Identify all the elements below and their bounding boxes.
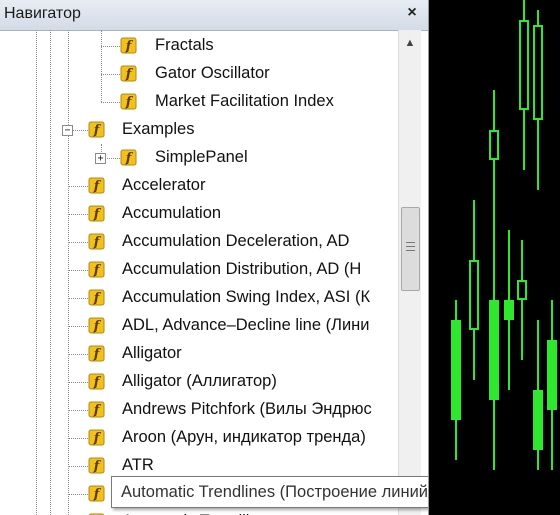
- indicator-f-icon: f: [120, 149, 137, 166]
- indicator-f-icon: f: [88, 233, 105, 250]
- tree-item[interactable]: f Alligator (Аллигатор): [0, 368, 398, 396]
- tooltip: Automatic Trendlines (Построение линий т…: [111, 476, 428, 508]
- indicator-f-icon: f: [88, 401, 105, 418]
- navigator-panel: Навигатор × f Fractals f Gator Oscillator f M…: [0, 0, 429, 515]
- close-icon[interactable]: ×: [404, 4, 420, 22]
- tree-item[interactable]: f Accumulation Swing Index, ASI (К: [0, 284, 398, 312]
- vertical-scrollbar[interactable]: ▲: [398, 30, 421, 515]
- tree-item-label: Andrews Pitchfork (Вилы Эндрюс: [122, 400, 372, 418]
- candle-body: [533, 390, 543, 450]
- tree-item[interactable]: f Fractals: [0, 32, 398, 60]
- candle-body: [519, 20, 529, 110]
- indicator-f-icon: f: [120, 93, 137, 110]
- tree-item-label: Accumulation: [122, 204, 222, 222]
- indicator-f-icon: f: [88, 177, 105, 194]
- indicator-f-icon: f: [88, 345, 105, 362]
- expand-icon[interactable]: +: [95, 153, 106, 164]
- tree-item-label: Fractals: [155, 36, 214, 54]
- indicator-f-icon: f: [88, 289, 105, 306]
- tree-item[interactable]: f Market Facilitation Index: [0, 88, 398, 116]
- tree-item[interactable]: f Accelerator: [0, 172, 398, 200]
- tree-item[interactable]: f Accumulation: [0, 200, 398, 228]
- tree-item-label: Accumulation Deceleration, AD: [122, 232, 350, 250]
- tree-item[interactable]: + f SimplePanel: [0, 144, 398, 172]
- indicator-f-icon: f: [88, 317, 105, 334]
- indicator-f-icon: f: [88, 457, 105, 474]
- tree-item[interactable]: f ADL, Advance–Decline line (Лини: [0, 312, 398, 340]
- tree-item-label: Examples: [122, 120, 195, 138]
- tree-item[interactable]: f Andrews Pitchfork (Вилы Эндрюс: [0, 396, 398, 424]
- tree-item[interactable]: f Gator Oscillator: [0, 60, 398, 88]
- tree-item[interactable]: f Aroon (Арун, индикатор тренда): [0, 424, 398, 452]
- indicator-f-icon: f: [88, 373, 105, 390]
- tree-item-label: Accumulation Distribution, AD (Н: [122, 260, 362, 278]
- price-chart[interactable]: [429, 0, 560, 515]
- indicator-f-icon: f: [88, 121, 105, 138]
- tree-item[interactable]: fAutomatic Trendlines: [0, 508, 398, 515]
- navigator-title: Навигатор: [4, 5, 81, 22]
- tree-item[interactable]: f Accumulation Distribution, AD (Н: [0, 256, 398, 284]
- navigator-tree: f Fractals f Gator Oscillator f Market Facili…: [0, 30, 398, 515]
- tree-item-label: Alligator (Аллигатор): [122, 372, 277, 390]
- candle-body: [489, 130, 499, 160]
- indicator-f-icon: f: [88, 485, 105, 502]
- candle-wick: [521, 240, 523, 360]
- tree-item-label: Market Facilitation Index: [155, 92, 334, 110]
- candle-body: [533, 25, 543, 120]
- scroll-up-arrow-icon[interactable]: ▲: [399, 32, 421, 54]
- tree-item-label: Alligator: [122, 344, 182, 362]
- tree-item-label: Gator Oscillator: [155, 64, 270, 82]
- tree-item-label: ATR: [122, 456, 154, 474]
- indicator-f-icon: f: [120, 65, 137, 82]
- candle-body: [504, 300, 514, 320]
- tree-item-label: Aroon (Арун, индикатор тренда): [122, 428, 366, 446]
- indicator-f-icon: f: [88, 429, 105, 446]
- tree-item-label: SimplePanel: [155, 148, 248, 166]
- tree-item[interactable]: − f Examples: [0, 116, 398, 144]
- indicator-f-icon: f: [120, 37, 137, 54]
- indicator-f-icon: f: [88, 261, 105, 278]
- candle-body: [547, 380, 557, 410]
- scrollbar-thumb[interactable]: [401, 207, 420, 291]
- tree-item[interactable]: f Alligator: [0, 340, 398, 368]
- candle-body: [517, 280, 527, 300]
- tree-item[interactable]: f Accumulation Deceleration, AD: [0, 228, 398, 256]
- tree-item-label: Accumulation Swing Index, ASI (К: [122, 288, 371, 306]
- indicator-f-icon: f: [88, 205, 105, 222]
- candle-body: [469, 260, 479, 330]
- tree-item-label: ADL, Advance–Decline line (Лини: [122, 316, 370, 334]
- navigator-header[interactable]: Навигатор ×: [0, 0, 428, 31]
- candle-wick: [551, 360, 553, 470]
- tree-item-label: Accelerator: [122, 176, 206, 194]
- candle-body: [451, 320, 461, 420]
- collapse-icon[interactable]: −: [62, 125, 73, 136]
